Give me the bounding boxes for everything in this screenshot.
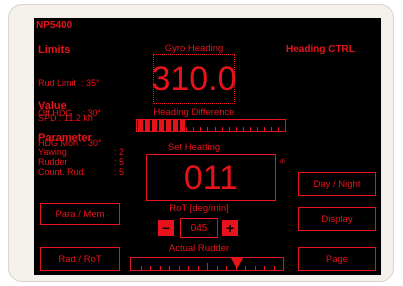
actual-rudder-bar bbox=[130, 257, 284, 271]
heading-ctrl-label: Heading CTRL bbox=[286, 44, 355, 55]
rudder-scale-tick bbox=[226, 266, 227, 270]
heading-difference-tick bbox=[200, 127, 202, 131]
heading-difference-tick bbox=[186, 127, 188, 131]
parameter-list: Yawing: 2 Rudder: 5 Count. Rud.: 5 bbox=[38, 147, 124, 177]
speed-value: SPD : 11.2 kn bbox=[38, 113, 93, 123]
rudder-scale-tick bbox=[178, 266, 180, 270]
gyro-heading-value: 310.0 bbox=[151, 54, 237, 104]
heading-difference-tick bbox=[256, 127, 258, 131]
heading-difference-segment bbox=[152, 120, 158, 131]
value-heading: Value bbox=[38, 100, 67, 112]
rudder-scale-tick bbox=[235, 266, 237, 270]
parameter-heading: Parameter bbox=[38, 132, 92, 144]
heading-difference-tick bbox=[263, 127, 265, 131]
rudder-scale-tick bbox=[207, 263, 208, 270]
rudder-scale-tick bbox=[216, 266, 218, 270]
page-button[interactable]: Page bbox=[298, 247, 376, 271]
heading-difference-segment bbox=[145, 120, 151, 131]
rudder-scale-tick bbox=[245, 266, 246, 270]
rudder-scale-tick bbox=[159, 266, 161, 270]
para-mem-button[interactable]: Para / Mem bbox=[40, 203, 120, 225]
rudder-scale-tick bbox=[264, 266, 265, 270]
set-heading-unit: dl bbox=[280, 159, 285, 165]
rot-value: 045 bbox=[180, 218, 218, 238]
heading-difference-tick bbox=[270, 127, 272, 131]
rudder-scale-tick bbox=[254, 266, 256, 270]
rudder-pointer-icon bbox=[231, 258, 244, 269]
heading-difference-segment bbox=[180, 120, 186, 131]
rot-minus-button[interactable]: − bbox=[158, 220, 174, 236]
heading-difference-tick bbox=[221, 127, 223, 131]
heading-difference-tick bbox=[228, 127, 230, 131]
heading-difference-bar bbox=[136, 119, 286, 132]
heading-difference-segment bbox=[138, 120, 144, 131]
gyro-heading-label: Gyro Heading bbox=[164, 43, 224, 54]
rudder-scale-tick bbox=[197, 266, 199, 270]
day-night-button[interactable]: Day / Night bbox=[298, 172, 376, 196]
set-heading-value[interactable]: 011 bbox=[146, 154, 276, 201]
rot-label: RoT [deg/min] bbox=[169, 203, 229, 214]
rudder-scale-tick bbox=[169, 266, 170, 270]
heading-difference-label: Heading Difference bbox=[153, 107, 235, 118]
limit-rud: Rud Limit : 35° bbox=[38, 78, 100, 88]
heading-difference-tick bbox=[277, 127, 279, 131]
set-heading-label: Set Heading bbox=[167, 142, 221, 153]
rot-plus-button[interactable]: + bbox=[222, 220, 238, 236]
limits-heading: Limits bbox=[38, 44, 71, 56]
heading-difference-tick bbox=[193, 127, 195, 131]
heading-difference-tick bbox=[249, 127, 251, 131]
device-title: NP5400 bbox=[36, 20, 73, 31]
param-count-rud: Count. Rud.: 5 bbox=[38, 167, 124, 177]
heading-difference-segment bbox=[173, 120, 179, 131]
heading-difference-tick bbox=[242, 127, 244, 131]
param-yawing: Yawing: 2 bbox=[38, 147, 124, 157]
heading-difference-tick bbox=[207, 127, 209, 131]
rad-rot-button[interactable]: Rad / RoT bbox=[40, 247, 120, 271]
rudder-scale-tick bbox=[273, 266, 275, 270]
rudder-scale-tick bbox=[188, 266, 189, 270]
display-screen: NP5400 Limits Rud Limit : 35° Off HDG : … bbox=[34, 18, 381, 275]
actual-rudder-label: Actual Rudder bbox=[168, 243, 230, 254]
heading-difference-tick bbox=[235, 127, 237, 131]
heading-difference-segment bbox=[166, 120, 172, 131]
rudder-scale-tick bbox=[150, 266, 151, 270]
param-rudder: Rudder: 5 bbox=[38, 157, 124, 167]
heading-difference-segment bbox=[159, 120, 165, 131]
display-button[interactable]: Display bbox=[298, 207, 376, 231]
heading-difference-tick bbox=[214, 127, 216, 131]
rudder-scale-tick bbox=[140, 266, 142, 270]
